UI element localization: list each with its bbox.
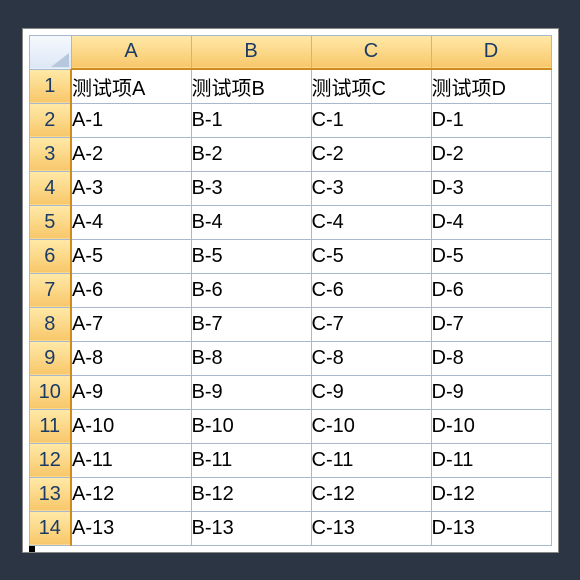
- cell-B3[interactable]: B-2: [191, 137, 311, 171]
- cell-B6[interactable]: B-5: [191, 239, 311, 273]
- cell-C6[interactable]: C-5: [311, 239, 431, 273]
- row-header-2[interactable]: 2: [29, 103, 71, 137]
- cell-A6[interactable]: A-5: [71, 239, 191, 273]
- cell-D13[interactable]: D-12: [431, 477, 551, 511]
- cell-A12[interactable]: A-11: [71, 443, 191, 477]
- cell-D5[interactable]: D-4: [431, 205, 551, 239]
- column-header-A[interactable]: A: [71, 35, 191, 69]
- cell-A7[interactable]: A-6: [71, 273, 191, 307]
- column-header-B[interactable]: B: [191, 35, 311, 69]
- cell-C12[interactable]: C-11: [311, 443, 431, 477]
- cell-C9[interactable]: C-8: [311, 341, 431, 375]
- row-header-12[interactable]: 12: [29, 443, 71, 477]
- row-header-4[interactable]: 4: [29, 171, 71, 205]
- cell-A9[interactable]: A-8: [71, 341, 191, 375]
- cell-C1[interactable]: 测试项C: [311, 69, 431, 103]
- select-all-triangle-icon: [51, 53, 69, 67]
- cell-D3[interactable]: D-2: [431, 137, 551, 171]
- cell-C11[interactable]: C-10: [311, 409, 431, 443]
- cell-D12[interactable]: D-11: [431, 443, 551, 477]
- cell-D2[interactable]: D-1: [431, 103, 551, 137]
- cell-C13[interactable]: C-12: [311, 477, 431, 511]
- cell-C4[interactable]: C-3: [311, 171, 431, 205]
- cell-C14[interactable]: C-13: [311, 511, 431, 545]
- row-header-5[interactable]: 5: [29, 205, 71, 239]
- cell-B13[interactable]: B-12: [191, 477, 311, 511]
- row-header-3[interactable]: 3: [29, 137, 71, 171]
- spreadsheet-grid-wrap: ABCD1测试项A测试项B测试项C测试项D2A-1B-1C-1D-13A-2B-…: [29, 35, 552, 546]
- active-cell-indicator: [29, 546, 33, 550]
- cell-D8[interactable]: D-7: [431, 307, 551, 341]
- cell-B10[interactable]: B-9: [191, 375, 311, 409]
- row-header-11[interactable]: 11: [29, 409, 71, 443]
- cell-C2[interactable]: C-1: [311, 103, 431, 137]
- cell-A4[interactable]: A-3: [71, 171, 191, 205]
- cell-A8[interactable]: A-7: [71, 307, 191, 341]
- row-header-13[interactable]: 13: [29, 477, 71, 511]
- cell-D4[interactable]: D-3: [431, 171, 551, 205]
- cell-D6[interactable]: D-5: [431, 239, 551, 273]
- cell-C8[interactable]: C-7: [311, 307, 431, 341]
- row-header-10[interactable]: 10: [29, 375, 71, 409]
- cell-A2[interactable]: A-1: [71, 103, 191, 137]
- cell-B2[interactable]: B-1: [191, 103, 311, 137]
- cell-D10[interactable]: D-9: [431, 375, 551, 409]
- cell-C10[interactable]: C-9: [311, 375, 431, 409]
- cell-D7[interactable]: D-6: [431, 273, 551, 307]
- cell-A10[interactable]: A-9: [71, 375, 191, 409]
- cell-A5[interactable]: A-4: [71, 205, 191, 239]
- row-header-6[interactable]: 6: [29, 239, 71, 273]
- cell-A11[interactable]: A-10: [71, 409, 191, 443]
- cell-D11[interactable]: D-10: [431, 409, 551, 443]
- cell-D1[interactable]: 测试项D: [431, 69, 551, 103]
- row-header-8[interactable]: 8: [29, 307, 71, 341]
- cell-B14[interactable]: B-13: [191, 511, 311, 545]
- cell-B5[interactable]: B-4: [191, 205, 311, 239]
- cell-A14[interactable]: A-13: [71, 511, 191, 545]
- selection-outline: [29, 546, 35, 552]
- cell-D14[interactable]: D-13: [431, 511, 551, 545]
- spreadsheet-grid[interactable]: ABCD1测试项A测试项B测试项C测试项D2A-1B-1C-1D-13A-2B-…: [29, 35, 552, 546]
- cell-B7[interactable]: B-6: [191, 273, 311, 307]
- cell-C7[interactable]: C-6: [311, 273, 431, 307]
- cell-A1[interactable]: 测试项A: [71, 69, 191, 103]
- row-header-14[interactable]: 14: [29, 511, 71, 545]
- column-header-C[interactable]: C: [311, 35, 431, 69]
- cell-B4[interactable]: B-3: [191, 171, 311, 205]
- select-all-corner[interactable]: [29, 35, 71, 69]
- cell-B8[interactable]: B-7: [191, 307, 311, 341]
- cell-A3[interactable]: A-2: [71, 137, 191, 171]
- row-header-7[interactable]: 7: [29, 273, 71, 307]
- cell-B1[interactable]: 测试项B: [191, 69, 311, 103]
- cell-C5[interactable]: C-4: [311, 205, 431, 239]
- row-header-1[interactable]: 1: [29, 69, 71, 103]
- spreadsheet-frame: ABCD1测试项A测试项B测试项C测试项D2A-1B-1C-1D-13A-2B-…: [22, 28, 559, 553]
- row-header-9[interactable]: 9: [29, 341, 71, 375]
- cell-C3[interactable]: C-2: [311, 137, 431, 171]
- cell-A13[interactable]: A-12: [71, 477, 191, 511]
- column-header-D[interactable]: D: [431, 35, 551, 69]
- cell-B12[interactable]: B-11: [191, 443, 311, 477]
- cell-B11[interactable]: B-10: [191, 409, 311, 443]
- cell-B9[interactable]: B-8: [191, 341, 311, 375]
- cell-D9[interactable]: D-8: [431, 341, 551, 375]
